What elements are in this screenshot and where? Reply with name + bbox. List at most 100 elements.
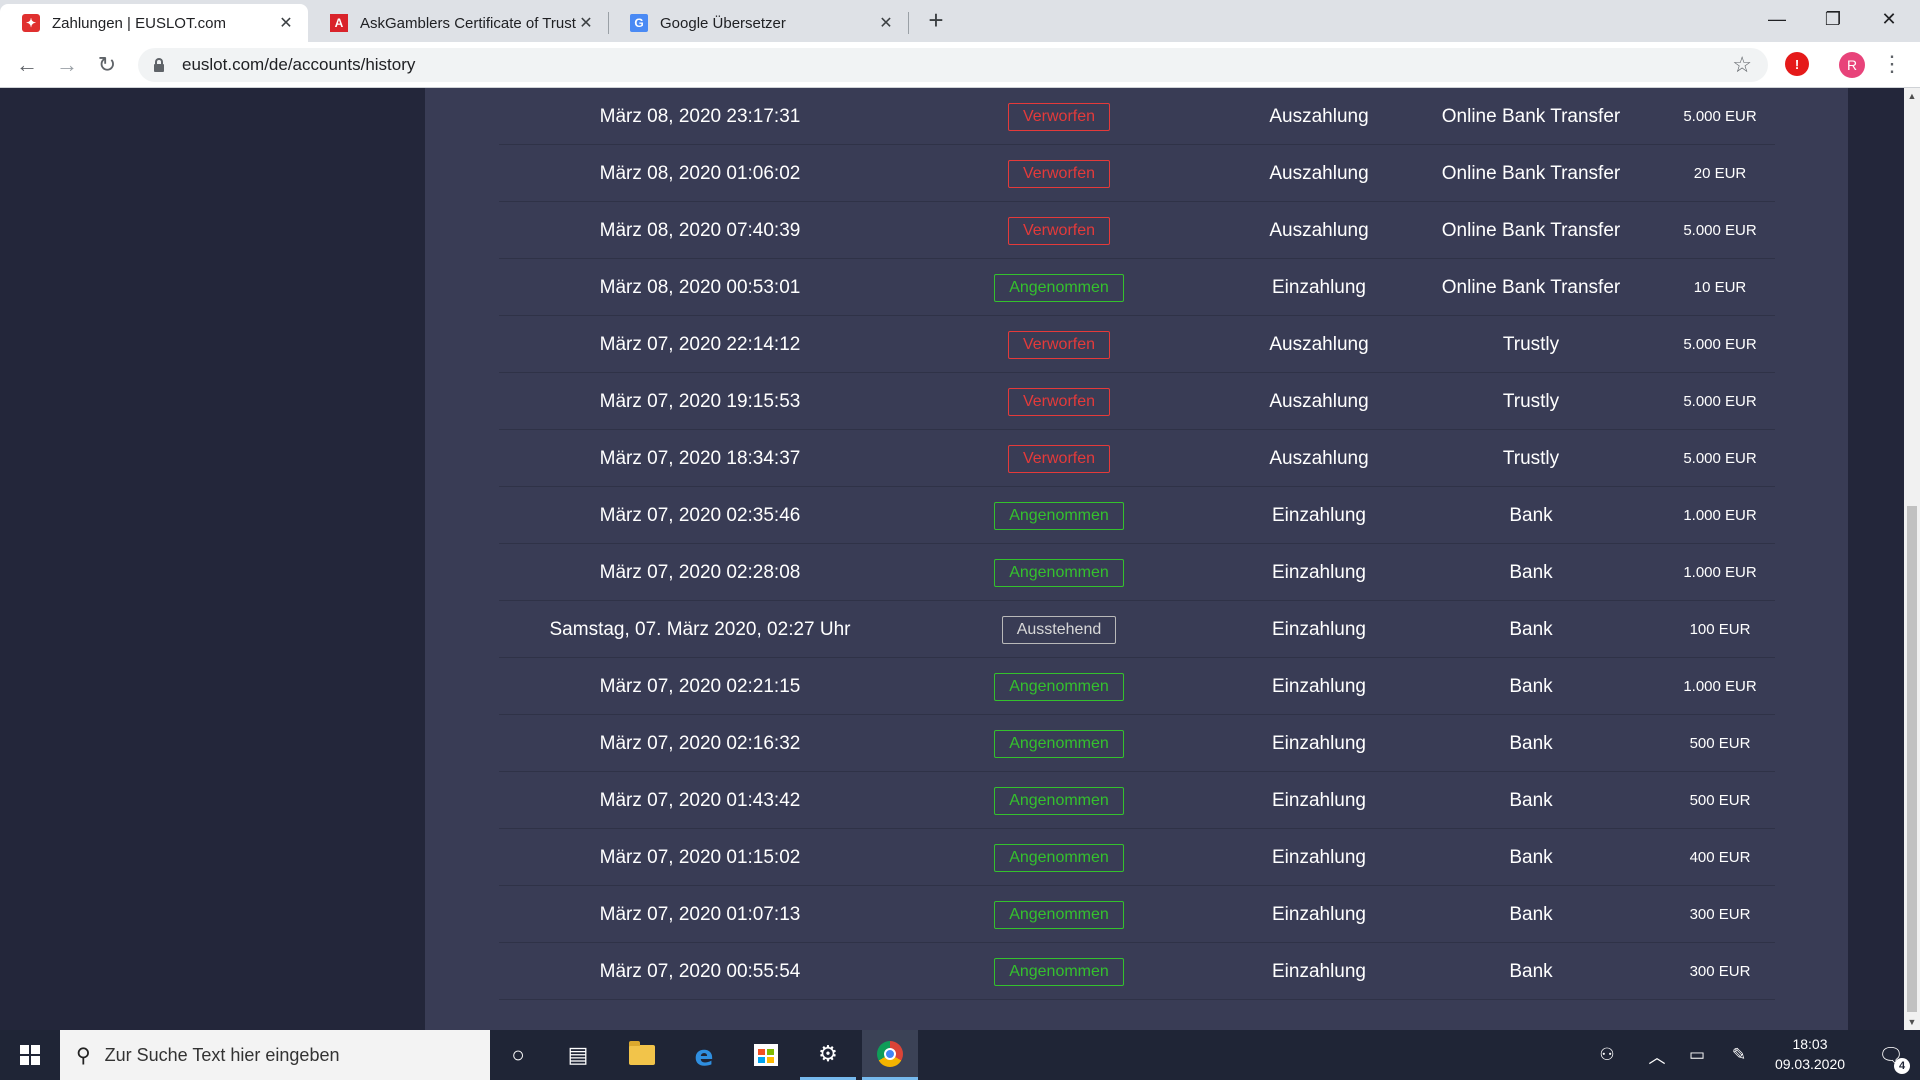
show-hidden-icons-chevron-icon[interactable]: ︿ [1640, 1030, 1674, 1080]
tab-askgamblers[interactable]: A AskGamblers Certificate of Trust ✕ [308, 4, 608, 42]
table-row: März 08, 2020 00:53:01 Angenommen Einzahlu… [499, 259, 1775, 316]
page-scrollbar[interactable]: ▲ ▼ [1904, 88, 1920, 1030]
transaction-type: Einzahlung [1271, 675, 1367, 697]
start-button[interactable] [0, 1030, 60, 1080]
profile-avatar[interactable]: R [1839, 52, 1865, 78]
tab-title: AskGamblers Certificate of Trust [360, 14, 576, 32]
transaction-date: März 07, 2020 01:15:02 [599, 846, 801, 868]
lock-icon[interactable] [152, 58, 166, 72]
status-badge: Ausstehend [1001, 615, 1117, 644]
restore-button[interactable]: ❐ [1806, 0, 1860, 38]
transaction-date: März 07, 2020 00:55:54 [599, 960, 801, 982]
table-row: März 08, 2020 01:06:02 Verworfen Auszahlun… [499, 145, 1775, 202]
windows-taskbar: ⚲ Zur Suche Text hier eingeben ○ ▤ e ⚙ ⚇… [0, 1030, 1920, 1080]
transaction-date: März 07, 2020 19:15:53 [599, 390, 801, 412]
table-row: März 07, 2020 18:34:37 Verworfen Auszahlun… [499, 430, 1775, 487]
transaction-amount: 100 EUR [1689, 621, 1751, 638]
scroll-up-arrow-icon[interactable]: ▲ [1904, 88, 1920, 104]
action-center-icon[interactable]: 🗨 4 [1862, 1030, 1920, 1080]
payment-method: Online Bank Transfer [1441, 162, 1621, 184]
taskbar-clock[interactable]: 18:03 09.03.2020 [1760, 1034, 1860, 1074]
file-explorer-icon[interactable] [614, 1030, 670, 1080]
tab-title: Zahlungen | EUSLOT.com [52, 14, 226, 32]
payment-method: Bank [1509, 504, 1553, 526]
close-tab-icon[interactable]: ✕ [276, 13, 296, 33]
table-row: März 07, 2020 22:14:12 Verworfen Auszahlun… [499, 316, 1775, 373]
table-row: März 07, 2020 01:43:42 Angenommen Einzahlu… [499, 772, 1775, 829]
table-row: März 07, 2020 02:35:46 Angenommen Einzahlu… [499, 487, 1775, 544]
transaction-amount: 1.000 EUR [1683, 678, 1757, 695]
status-badge: Verworfen [1007, 330, 1111, 359]
payment-method: Bank [1509, 903, 1553, 925]
status-badge: Angenommen [994, 900, 1124, 929]
status-badge: Angenommen [994, 672, 1124, 701]
history-panel: März 08, 2020 23:17:31 Verworfen Auszahlun… [425, 88, 1848, 1030]
back-button[interactable]: ← [12, 50, 42, 80]
table-row: März 07, 2020 19:15:53 Verworfen Auszahlun… [499, 373, 1775, 430]
status-cell: Angenommen [954, 772, 1164, 829]
pen-icon[interactable]: ✎ [1722, 1030, 1756, 1080]
bookmark-star-icon[interactable]: ☆ [1732, 52, 1752, 78]
status-cell: Verworfen [954, 202, 1164, 259]
store-icon[interactable] [738, 1030, 794, 1080]
taskbar-search[interactable]: ⚲ Zur Suche Text hier eingeben [60, 1030, 490, 1080]
transaction-amount: 5.000 EUR [1683, 222, 1757, 239]
forward-button[interactable]: → [52, 50, 82, 80]
settings-gear-icon[interactable]: ⚙ [800, 1030, 856, 1080]
task-view-icon[interactable]: ▤ [550, 1030, 606, 1080]
status-badge: Angenommen [994, 273, 1124, 302]
address-bar[interactable]: euslot.com/de/accounts/history ☆ [138, 48, 1768, 82]
payment-method: Online Bank Transfer [1441, 276, 1621, 298]
transaction-type: Einzahlung [1271, 618, 1367, 640]
status-cell: Verworfen [954, 145, 1164, 202]
transaction-type: Einzahlung [1271, 276, 1367, 298]
status-badge: Verworfen [1007, 159, 1111, 188]
reload-button[interactable]: ↻ [92, 50, 122, 80]
transaction-amount: 500 EUR [1689, 792, 1751, 809]
transaction-date: März 07, 2020 22:14:12 [599, 333, 801, 355]
status-badge: Verworfen [1007, 387, 1111, 416]
payment-method: Online Bank Transfer [1441, 219, 1621, 241]
transaction-amount: 400 EUR [1689, 849, 1751, 866]
status-cell: Ausstehend [954, 601, 1164, 658]
payment-method: Bank [1509, 789, 1553, 811]
transaction-amount: 300 EUR [1689, 963, 1751, 980]
tab-zahlungen[interactable]: ✦ Zahlungen | EUSLOT.com ✕ [0, 4, 308, 42]
transaction-type: Auszahlung [1269, 162, 1369, 184]
transaction-amount: 5.000 EUR [1683, 393, 1757, 410]
transaction-amount: 20 EUR [1693, 165, 1747, 182]
status-cell: Verworfen [954, 316, 1164, 373]
cortana-icon[interactable]: ○ [490, 1030, 546, 1080]
scroll-down-arrow-icon[interactable]: ▼ [1904, 1014, 1920, 1030]
status-badge: Angenommen [994, 957, 1124, 986]
table-row: März 07, 2020 02:21:15 Angenommen Einzahlu… [499, 658, 1775, 715]
transaction-date: März 07, 2020 01:43:42 [599, 789, 801, 811]
status-cell: Angenommen [954, 259, 1164, 316]
status-cell: Angenommen [954, 943, 1164, 1000]
transaction-type: Einzahlung [1271, 561, 1367, 583]
transaction-date: März 08, 2020 00:53:01 [599, 276, 801, 298]
scrollbar-thumb[interactable] [1907, 506, 1917, 1012]
browser-menu-icon[interactable]: ⋮ [1880, 50, 1904, 80]
transaction-date: März 07, 2020 02:28:08 [599, 561, 801, 583]
payment-method: Bank [1509, 675, 1553, 697]
close-window-button[interactable]: ✕ [1862, 0, 1916, 38]
edge-icon[interactable]: e [676, 1030, 732, 1080]
tab-bar: ✦ Zahlungen | EUSLOT.com ✕ A AskGamblers… [0, 0, 1920, 42]
extension-icon[interactable]: ! [1785, 52, 1809, 76]
new-tab-button[interactable]: + [922, 6, 950, 34]
payment-method: Trustly [1502, 333, 1560, 355]
transaction-date: März 07, 2020 02:35:46 [599, 504, 801, 526]
close-tab-icon[interactable]: ✕ [576, 13, 596, 33]
close-tab-icon[interactable]: ✕ [876, 13, 896, 33]
battery-icon[interactable]: ▭ [1680, 1030, 1714, 1080]
url-text[interactable]: euslot.com/de/accounts/history [182, 55, 415, 75]
minimize-button[interactable]: — [1750, 0, 1804, 38]
status-cell: Angenommen [954, 658, 1164, 715]
people-icon[interactable]: ⚇ [1590, 1030, 1624, 1080]
tab-google-translate[interactable]: G Google Übersetzer ✕ [608, 4, 908, 42]
chrome-icon[interactable] [862, 1030, 918, 1080]
table-row: März 07, 2020 01:15:02 Angenommen Einzahlu… [499, 829, 1775, 886]
transaction-type: Auszahlung [1269, 447, 1369, 469]
euslot-logo-icon: ✦ [22, 14, 40, 32]
